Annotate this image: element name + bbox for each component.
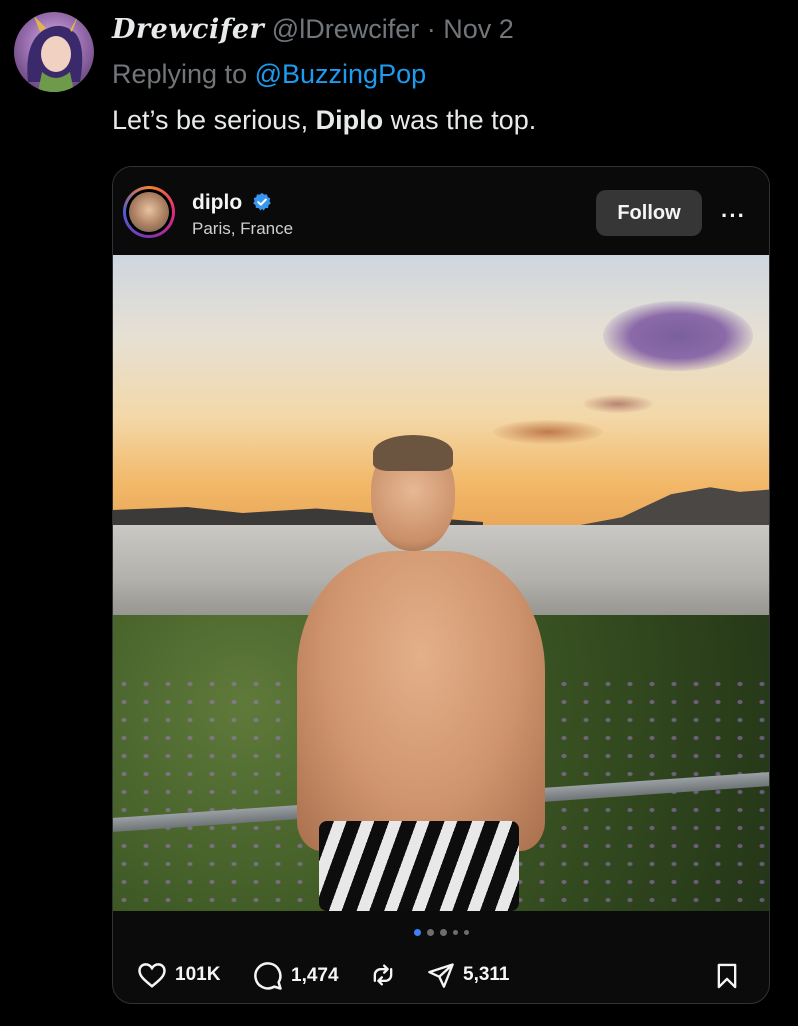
bookmark-action[interactable]: [713, 961, 741, 991]
share-icon[interactable]: [427, 961, 455, 989]
author-display-name[interactable]: Drewcifer: [112, 14, 264, 45]
like-action[interactable]: 101K: [137, 961, 220, 989]
carousel-dot: [439, 929, 447, 936]
header-separator: ·: [426, 14, 436, 44]
post-photo[interactable]: [113, 255, 769, 911]
like-count: 101K: [175, 964, 221, 985]
carousel-dot: [452, 930, 458, 935]
tweet-text-bold: Diplo: [315, 105, 384, 135]
share-count: 5,311: [463, 964, 510, 985]
bookmark-icon[interactable]: [713, 961, 741, 991]
comment-icon[interactable]: [253, 961, 283, 991]
tweet-text-after: was the top.: [383, 105, 537, 135]
embed-location[interactable]: Paris, France: [192, 219, 293, 239]
carousel-dot: [426, 929, 434, 936]
photo-subject: [289, 435, 553, 911]
carousel-dot: [463, 930, 469, 935]
follow-button[interactable]: Follow: [596, 190, 702, 236]
replying-label: Replying to: [112, 59, 248, 89]
replying-to-mention[interactable]: @BuzzingPop: [255, 59, 427, 89]
avatar-illustration: [27, 16, 83, 92]
share-action[interactable]: 5,311: [427, 961, 510, 989]
embed-avatar[interactable]: [123, 186, 175, 238]
repost-action[interactable]: [369, 961, 397, 989]
tweet-text: Let’s be serious, Diplo was the top.: [112, 105, 536, 136]
verified-icon: [253, 192, 271, 211]
carousel-dot: [413, 929, 421, 936]
repost-icon[interactable]: [369, 961, 397, 989]
more-options-button[interactable]: ···: [721, 203, 746, 229]
carousel-indicator: [113, 929, 769, 936]
comment-action[interactable]: 1,474: [253, 961, 339, 991]
tweet-text-before: Let’s be serious,: [112, 105, 316, 135]
embed-header: diplo Paris, France Follow ···: [113, 167, 769, 255]
tweet-date[interactable]: Nov 2: [443, 14, 514, 44]
tweet-header: Drewcifer @lDrewcifer · Nov 2: [112, 14, 514, 45]
embedded-post[interactable]: diplo Paris, France Follow ··· 101K 1,47…: [112, 166, 770, 1004]
embed-username[interactable]: diplo: [192, 191, 272, 215]
embed-username-text[interactable]: diplo: [192, 191, 242, 214]
heart-icon[interactable]: [137, 961, 167, 989]
embed-action-bar: 101K 1,474 5,311: [113, 955, 769, 995]
author-handle[interactable]: @lDrewcifer: [272, 14, 419, 44]
replying-to-line: Replying to @BuzzingPop: [112, 59, 426, 90]
author-avatar[interactable]: [14, 12, 94, 92]
comment-count: 1,474: [291, 965, 339, 986]
